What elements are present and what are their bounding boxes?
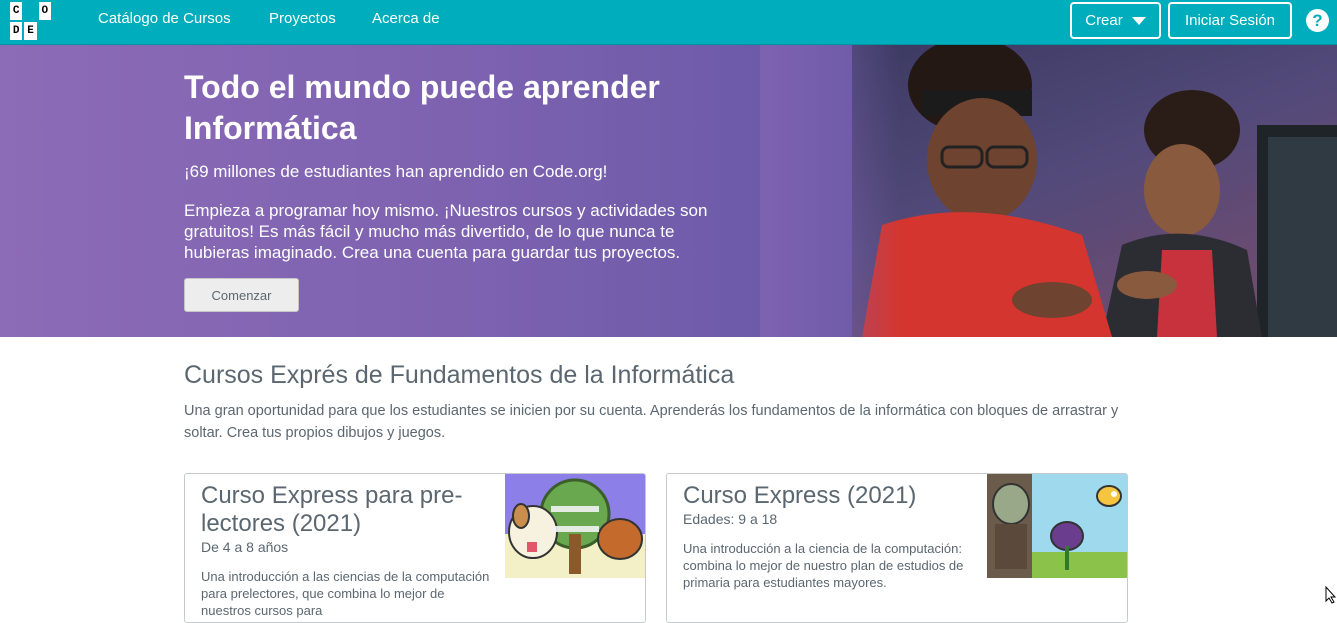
course-thumbnail[interactable] — [505, 474, 645, 578]
hand-shape — [1012, 282, 1092, 318]
course-card-express[interactable]: Curso Express (2021) Edades: 9 a 18 Una … — [666, 473, 1128, 623]
students-photo — [852, 45, 1337, 337]
chevron-down-icon — [1131, 16, 1146, 25]
section-description: Una gran oportunidad para que los estudi… — [184, 403, 1119, 441]
course-age: De 4 a 8 años — [201, 539, 289, 555]
get-started-button[interactable]: Comenzar — [184, 278, 299, 312]
create-label: Crear — [1085, 12, 1123, 29]
logo-blank — [24, 2, 36, 20]
dog-tree-horse-illustration — [505, 474, 645, 578]
course-age: Edades: 9 a 18 — [683, 511, 778, 527]
zombie-plant-bird-illustration — [987, 474, 1127, 578]
logo-letter-e: E — [24, 22, 37, 40]
logo-letter-d: D — [10, 22, 23, 40]
nav-course-catalog[interactable]: Catálogo de Cursos — [98, 10, 231, 27]
course-thumbnail[interactable] — [987, 474, 1127, 578]
logo-letter-c: C — [10, 2, 23, 20]
course-title[interactable]: Curso Express (2021) — [683, 482, 973, 510]
sign-in-button[interactable]: Iniciar Sesión — [1168, 2, 1292, 39]
code-org-logo[interactable]: C O D E — [8, 0, 53, 42]
hero-fade-overlay — [760, 45, 900, 337]
logo-letter-o: O — [38, 2, 51, 20]
section-title: Cursos Exprés de Fundamentos de la Infor… — [184, 361, 735, 389]
hero-title: Todo el mundo puede aprender Informática — [184, 69, 660, 146]
create-dropdown-button[interactable]: Crear — [1070, 2, 1161, 39]
mouse-cursor-icon — [1325, 586, 1337, 604]
help-icon[interactable]: ? — [1306, 9, 1329, 32]
hero-body-text: Empieza a programar hoy mismo. ¡Nuestros… — [184, 201, 708, 262]
course-description: Una introducción a la ciencia de la comp… — [683, 541, 964, 590]
course-title[interactable]: Curso Express para pre-lectores (2021) — [201, 482, 491, 538]
logo-blank — [39, 22, 51, 40]
top-nav-bar: C O D E Catálogo de Cursos Proyectos Ace… — [0, 0, 1337, 45]
face-shape — [1144, 144, 1220, 236]
nav-about[interactable]: Acerca de — [372, 10, 440, 27]
hero-subtitle: ¡69 millones de estudiantes han aprendid… — [184, 162, 608, 181]
hero-banner: Todo el mundo puede aprender Informática… — [0, 45, 1337, 337]
course-card-prereaders[interactable]: Curso Express para pre-lectores (2021) D… — [184, 473, 646, 623]
course-description: Una introducción a las ciencias de la co… — [201, 569, 490, 618]
nav-projects[interactable]: Proyectos — [269, 10, 336, 27]
students-illustration — [862, 45, 1337, 337]
monitor-screen-shape — [1268, 137, 1337, 337]
hand-shape — [1117, 271, 1177, 299]
